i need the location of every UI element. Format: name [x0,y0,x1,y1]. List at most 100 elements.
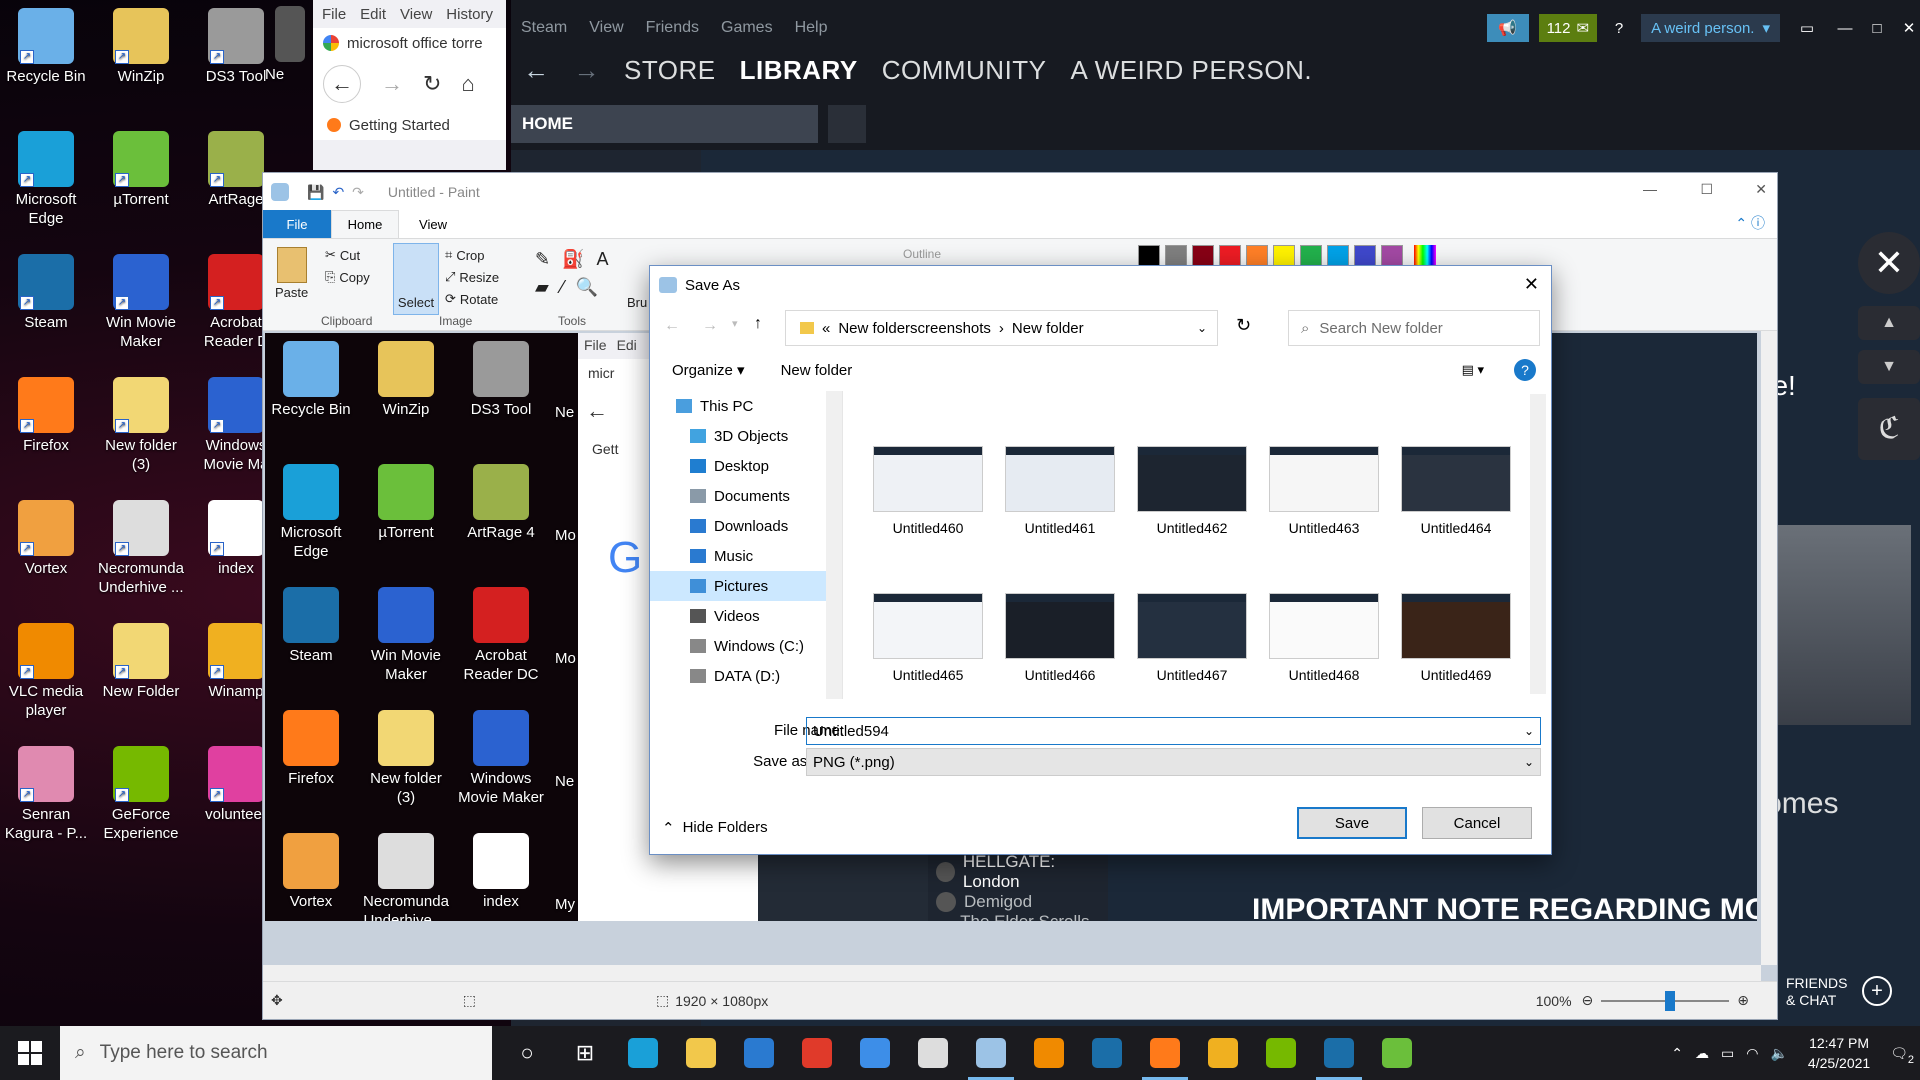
nav-library[interactable]: LIBRARY [740,55,858,86]
nav-item-documents[interactable]: Documents [650,481,842,511]
friends-chat-button[interactable]: FRIENDS & CHAT [1786,975,1847,1009]
nav-scrollbar[interactable] [826,391,842,699]
zoom-slider[interactable] [1601,990,1730,1011]
desktop-icon-winzip[interactable]: ↗ WinZip [95,8,187,86]
tab-file[interactable]: File [263,210,331,238]
palette-color[interactable] [1192,245,1214,267]
file-thumbnail[interactable]: Untitled465 [873,593,983,683]
rotate-button[interactable]: ⟳ Rotate [445,291,498,307]
color-picker-icon[interactable]: ⁄ [561,277,564,298]
minimize-button[interactable]: — [1643,181,1657,197]
menu-history[interactable]: History [446,6,493,23]
help-icon[interactable]: ? [1514,359,1536,381]
nav-community[interactable]: COMMUNITY [882,55,1047,86]
hide-folders-button[interactable]: ⌃ Hide Folders [662,819,768,837]
file-thumbnail[interactable]: Untitled466 [1005,593,1115,683]
nav-item-music[interactable]: Music [650,541,842,571]
help-icon[interactable]: ⌃ ⓘ [1735,213,1765,233]
taskbar-task-view-icon[interactable]: ○ [498,1026,556,1080]
palette-color[interactable] [1165,245,1187,267]
forward-arrow-icon[interactable]: → [702,317,718,335]
taskbar-nvidia-icon[interactable] [1252,1026,1310,1080]
taskbar-steam-icon[interactable] [1078,1026,1136,1080]
reload-icon[interactable]: ↻ [423,71,441,97]
scroll-down-icon[interactable]: ▼ [1858,350,1920,384]
nav-item-data-d[interactable]: DATA (D:) [650,661,842,691]
save-icon[interactable]: 💾 [307,184,324,201]
scroll-up-icon[interactable]: ▲ [1858,306,1920,340]
file-thumbnail[interactable]: Untitled469 [1401,593,1511,683]
view-options-icon[interactable]: ▤ ▾ [1462,362,1484,378]
taskbar-timeline-icon[interactable]: ⊞ [556,1026,614,1080]
zoom-in-icon[interactable]: ⊕ [1737,992,1749,1009]
file-thumbnail[interactable]: Untitled463 [1269,446,1379,536]
fill-icon[interactable]: ⛽ [562,249,584,270]
cloud-icon[interactable]: ☁ [1695,1045,1709,1062]
steam-menu-view[interactable]: View [589,19,623,37]
back-arrow-icon[interactable]: ← [664,317,680,335]
nav-item-pictures[interactable]: Pictures [650,571,842,601]
desktop-icon-microsoft-edge[interactable]: ↗ Microsoft Edge [0,131,92,228]
close-icon[interactable]: ✕ [1524,274,1539,295]
magnifier-icon[interactable]: 🔍 [576,277,598,298]
palette-color[interactable] [1300,245,1322,267]
minimize-button[interactable]: — [1834,20,1856,37]
palette-color[interactable] [1219,245,1241,267]
grid-view-icon[interactable] [828,105,866,143]
breadcrumb-parent[interactable]: New folderscreenshots [838,320,991,337]
eraser-icon[interactable]: ▰ [535,277,549,298]
file-thumbnail[interactable]: Untitled461 [1005,446,1115,536]
desktop-icon-new-folder[interactable]: ↗ New Folder [95,623,187,701]
horizontal-scrollbar[interactable] [263,965,1761,981]
menu-file[interactable]: File [322,6,346,23]
nav-store[interactable]: STORE [624,55,716,86]
wifi-icon[interactable]: ◠ [1746,1045,1758,1062]
nav-item-3d-objects[interactable]: 3D Objects [650,421,842,451]
save-type-select[interactable]: PNG (*.png) ⌄ [806,748,1541,776]
search-box[interactable]: ⌕ Search New folder [1288,310,1540,346]
nav-item-desktop[interactable]: Desktop [650,451,842,481]
file-thumbnail[interactable]: Untitled467 [1137,593,1247,683]
clock[interactable]: 12:47 PM 4/25/2021 [1808,1033,1870,1073]
notifications-button[interactable]: 112 ✉ [1538,14,1598,42]
menu-edit[interactable]: Edit [360,6,386,23]
steam-menu-friends[interactable]: Friends [646,19,699,37]
recent-dropdown-icon[interactable]: ▾ [732,317,738,330]
desktop-icon-steam[interactable]: ↗ Steam [0,254,92,332]
bookmark-getting-started[interactable]: Getting Started [349,117,450,134]
breadcrumb[interactable]: « New folderscreenshots › New folder ⌄ [785,310,1218,346]
taskbar-search[interactable]: ⌕ Type here to search [60,1026,492,1080]
library-home-button[interactable]: HOME [511,105,818,143]
start-button[interactable] [18,1041,42,1065]
file-thumbnail[interactable]: Untitled468 [1269,593,1379,683]
desktop-icon-firefox[interactable]: ↗ Firefox [0,377,92,455]
cancel-button[interactable]: Cancel [1422,807,1532,839]
back-arrow-icon[interactable]: ← [523,55,550,86]
forward-arrow-icon[interactable]: → [574,55,601,86]
steam-menu-help[interactable]: Help [795,19,828,37]
taskbar-app-icon[interactable] [904,1026,962,1080]
outline-dropdown[interactable]: Outline [903,247,941,261]
palette-color[interactable] [1354,245,1376,267]
back-icon[interactable]: ← [323,65,361,103]
notification-center-icon[interactable]: 🗨 2 [1890,1045,1914,1066]
paste-button[interactable]: Paste [275,247,308,300]
tab-view[interactable]: View [399,210,467,238]
palette-color[interactable] [1327,245,1349,267]
file-name-field[interactable]: Untitled594 ⌄ [806,717,1541,745]
screen-icon[interactable]: ▭ [1790,19,1824,37]
cut-button[interactable]: ✂ Cut [325,247,360,263]
text-icon[interactable]: A [597,249,609,270]
taskbar-file-explorer-icon[interactable] [672,1026,730,1080]
maximize-button[interactable]: ☐ [1700,181,1713,198]
close-button[interactable]: ✕ [1755,181,1767,198]
crop-button[interactable]: ⌗ Crop [445,247,485,263]
desktop-icon-partial[interactable]: Ne [265,6,315,84]
palette-color[interactable] [1273,245,1295,267]
steam-menu-steam[interactable]: Steam [521,19,567,37]
resize-button[interactable]: ⤢ Resize [445,269,499,285]
pencil-icon[interactable]: ✎ [535,249,550,270]
up-arrow-icon[interactable]: ↑ [754,315,762,333]
select-button[interactable]: Select [393,243,439,315]
new-folder-button[interactable]: New folder [781,362,853,379]
